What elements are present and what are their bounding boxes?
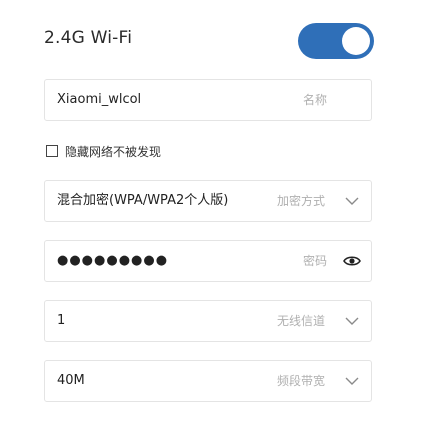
hide-network-row[interactable]: 隐藏网络不被发现 [46,142,161,160]
bandwidth-value: 40M [57,373,85,388]
bandwidth-select[interactable]: 40M 频段带宽 [44,360,372,402]
ssid-input[interactable]: Xiaomi_wlcol [57,80,141,120]
password-input[interactable]: ●●●●●●●●● [57,241,168,281]
channel-value: 1 [57,313,66,328]
toggle-knob [342,27,370,55]
ssid-label: 名称 [303,93,328,107]
password-field[interactable]: ●●●●●●●●● 密码 [44,240,372,282]
encryption-value: 混合加密(WPA/WPA2个人版) [57,193,229,208]
encryption-select[interactable]: 混合加密(WPA/WPA2个人版) 加密方式 [44,180,372,222]
bandwidth-label: 频段带宽 [277,374,326,388]
channel-select[interactable]: 1 无线信道 [44,300,372,342]
chevron-down-icon[interactable] [345,195,359,207]
page-title: 2.4G Wi-Fi [44,28,133,48]
encryption-label: 加密方式 [277,194,326,208]
channel-label: 无线信道 [277,314,326,328]
password-label: 密码 [303,254,328,268]
chevron-down-icon[interactable] [345,375,359,387]
ssid-field[interactable]: Xiaomi_wlcol 名称 [44,79,372,121]
wifi-toggle[interactable] [298,23,374,59]
hide-network-checkbox[interactable] [46,145,58,157]
hide-network-label: 隐藏网络不被发现 [65,144,162,159]
eye-icon[interactable] [343,254,361,268]
chevron-down-icon[interactable] [345,315,359,327]
